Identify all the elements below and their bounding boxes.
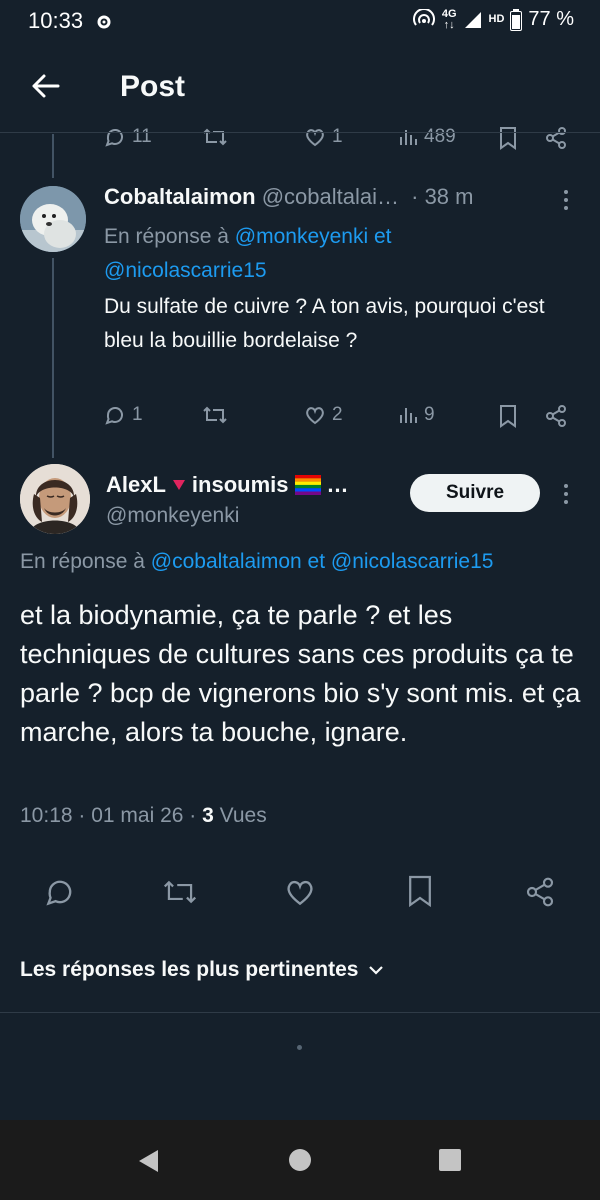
status-bar: 10:33 4G ↑↓ HD 77 % [28,7,574,33]
post-text: et la biodynamie, ça te parle ? et les t… [20,600,581,747]
mention-link[interactable]: @monkeyenki [235,225,368,248]
gear-icon [94,12,114,32]
bookmark-icon[interactable] [406,874,434,908]
share-icon[interactable] [544,404,568,428]
page-title: Post [120,70,186,103]
post-timestamp: 10:18 · 01 mai 26 · [20,804,197,827]
thread-line-bottom [52,258,54,458]
mention-link[interactable]: @cobaltalaimon [151,550,302,573]
more-options-icon[interactable] [560,482,572,506]
reply-button[interactable]: 1 [104,404,143,426]
reply-header: Cobaltalaimon @cobaltalai… · 38 m [104,184,473,210]
heart-icon [304,404,326,426]
reply-time: · 38 m [411,184,474,209]
share-icon[interactable] [524,876,556,908]
back-button[interactable] [24,66,72,110]
header-divider [0,132,600,133]
previous-post-actions: 11 1 489 [0,126,600,156]
reply-in-reply-to: En réponse à @monkeyenki et @nicolascarr… [104,225,392,282]
reply-text: Du sulfate de cuivre ? A ton avis, pourq… [104,295,545,352]
hd-label: HD [488,13,505,25]
retweet-icon [202,126,228,148]
battery-icon [510,8,523,31]
red-triangle-icon [172,479,186,491]
rainbow-flag-icon [294,475,321,495]
mention-link[interactable]: @nicolascarrie15 [331,550,494,573]
like-button[interactable]: 1 [304,126,343,148]
avatar[interactable] [20,186,86,252]
system-nav-bar [0,1120,600,1200]
nav-home-icon[interactable] [288,1148,312,1172]
sort-label: Les réponses les plus pertinentes [20,958,359,981]
retweet-button[interactable] [202,404,228,426]
heart-icon [304,126,326,148]
views-label[interactable]: Vues [220,804,267,827]
comment-icon[interactable] [44,876,76,908]
reply-button[interactable]: 11 [104,126,152,148]
comment-icon [104,126,126,148]
nav-back-icon[interactable] [136,1148,162,1174]
views-icon [398,405,418,425]
views-button[interactable]: 9 [398,404,435,426]
more-options-icon[interactable] [560,188,572,212]
chevron-down-icon [368,964,384,976]
reply-author-handle[interactable]: @cobaltalai… [262,184,399,209]
views-icon [398,127,418,147]
thread-line-top [52,134,54,178]
nav-recents-icon[interactable] [438,1148,462,1172]
follow-button[interactable]: Suivre [410,474,540,512]
comment-icon [104,404,126,426]
back-arrow-icon [24,66,72,106]
views-count: 3 [202,804,214,827]
author-name[interactable]: AlexL insoumis … [106,472,349,498]
signal-icon [463,10,483,30]
battery-level: 77 % [528,8,574,30]
avatar[interactable] [20,464,90,534]
mention-link[interactable]: @nicolascarrie15 [104,259,267,282]
hotspot-icon [412,8,436,31]
retweet-icon [202,404,228,426]
share-icon[interactable] [544,126,568,150]
author-handle[interactable]: @monkeyenki [106,504,239,528]
network-type: 4G [441,7,457,20]
retweet-icon[interactable] [162,876,198,908]
in-reply-to: En réponse à @cobaltalaimon et @nicolasc… [20,550,494,573]
heart-icon[interactable] [284,876,316,908]
status-time: 10:33 [28,8,84,33]
views-button[interactable]: 489 [398,126,456,148]
loading-dot [297,1045,302,1050]
retweet-button[interactable] [202,126,228,148]
post-meta: 10:18 · 01 mai 26 · 3 Vues [20,804,267,828]
reply-author-name[interactable]: Cobaltalaimon [104,184,256,209]
sort-replies-dropdown[interactable]: Les réponses les plus pertinentes [20,958,384,982]
bookmark-icon[interactable] [498,126,518,150]
bookmark-icon[interactable] [498,404,518,428]
like-button[interactable]: 2 [304,404,343,426]
divider [0,1012,600,1013]
